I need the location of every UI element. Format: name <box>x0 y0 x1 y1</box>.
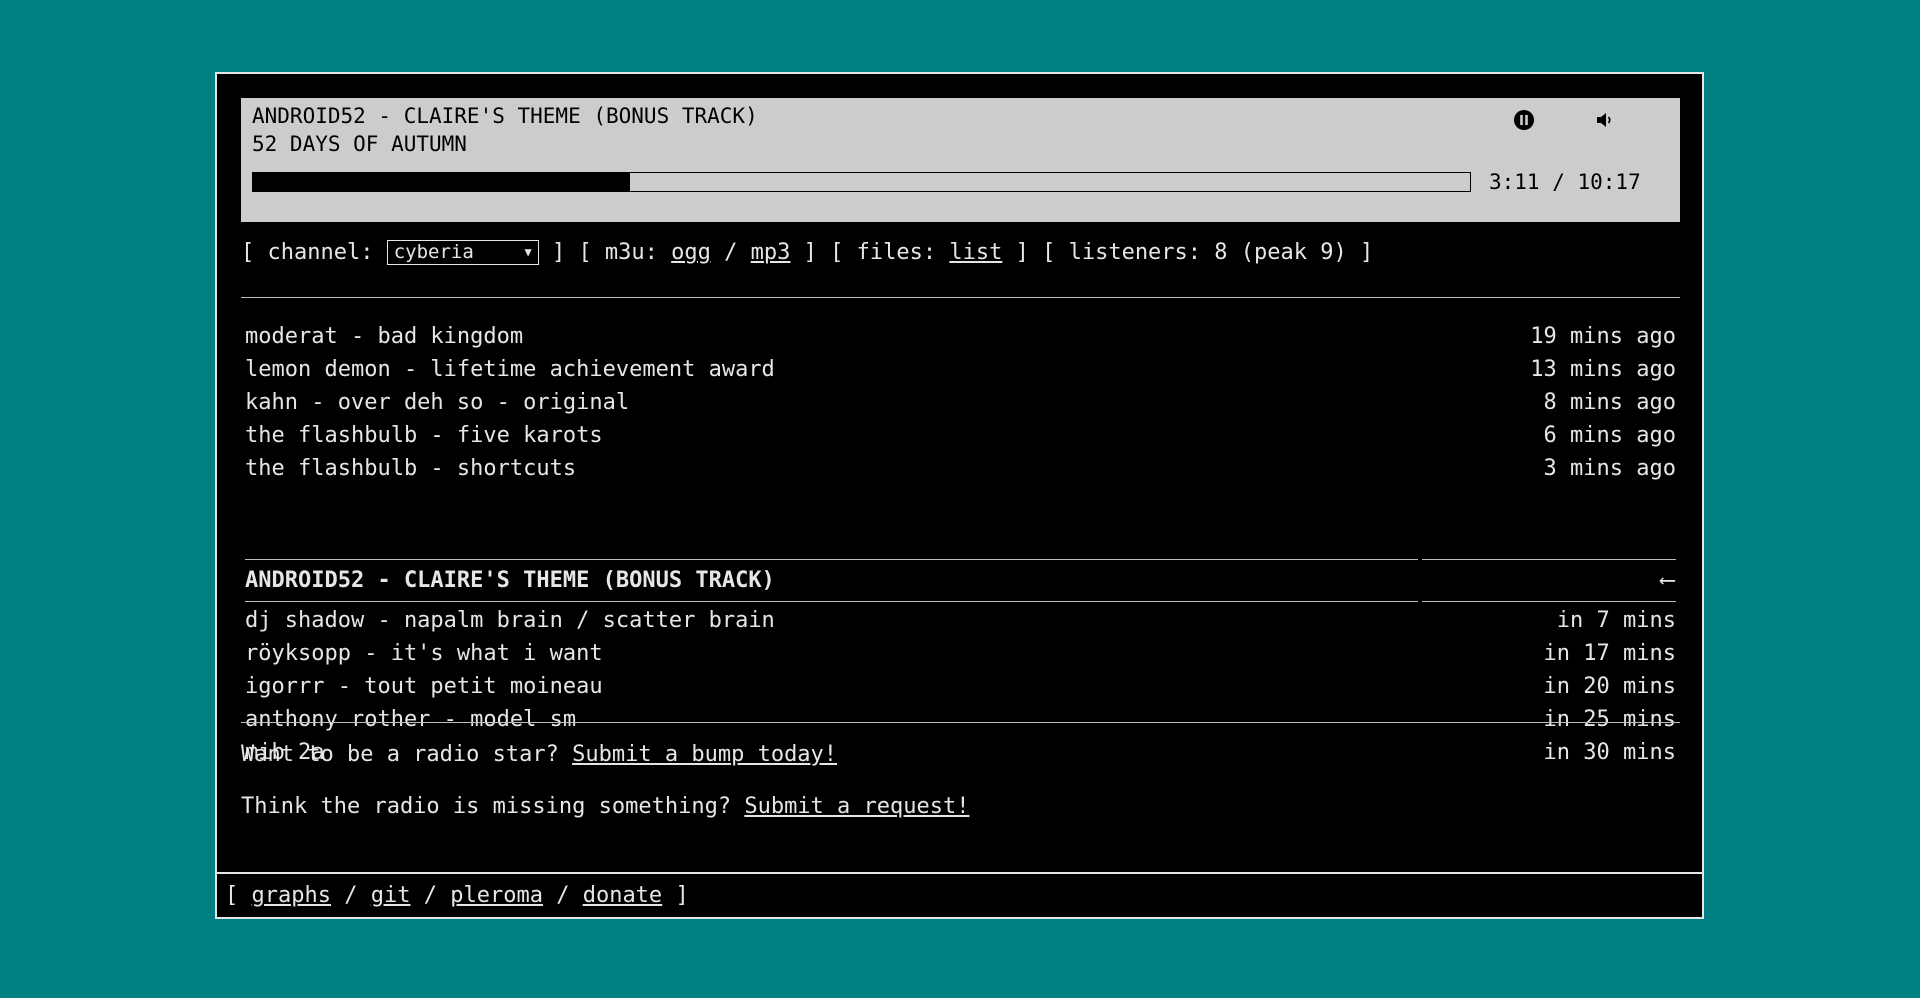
upcoming-row: igorrr - tout petit moineau in 20 mins <box>245 670 1676 703</box>
donate-link[interactable]: donate <box>583 883 662 908</box>
current-arrow-icon: ⟵ <box>1660 568 1674 593</box>
track-time: in 25 mins <box>1543 707 1676 732</box>
progress-fill <box>253 173 631 191</box>
current-line-bottom-right <box>1422 601 1676 602</box>
request-text: Think the radio is missing something? <box>241 794 732 819</box>
track-name: anthony rother - model sm <box>245 707 577 732</box>
track-time: 8 mins ago <box>1543 390 1676 415</box>
track-name: moderat - bad kingdom <box>245 324 524 349</box>
info-bar: [ channel: cyberia ▼ ] [ m3u: ogg / mp3 ]… <box>241 237 1373 269</box>
footer-separator: / <box>344 883 358 908</box>
current-line-top-left <box>245 559 1418 560</box>
m3u-label: ] [ m3u: <box>551 240 658 265</box>
pause-icon <box>1514 110 1534 130</box>
git-link[interactable]: git <box>371 883 411 908</box>
now-playing-album: 52 DAYS OF AUTUMN <box>252 132 467 156</box>
track-time: 3 mins ago <box>1543 456 1676 481</box>
history-row: the flashbulb - shortcuts 3 mins ago <box>245 452 1676 485</box>
track-name: dj shadow - napalm brain / scatter brain <box>245 608 775 633</box>
footer-separator: / <box>423 883 437 908</box>
submit-request-link[interactable]: Submit a request! <box>744 794 969 819</box>
current-track-name: ANDROID52 - CLAIRE'S THEME (BONUS TRACK) <box>245 568 775 593</box>
now-playing-title: ANDROID52 - CLAIRE'S THEME (BONUS TRACK) <box>252 104 758 128</box>
track-time: in 17 mins <box>1543 641 1676 666</box>
m3u-separator: / <box>724 240 738 265</box>
current-line-top-right <box>1422 559 1676 560</box>
upcoming-row: anthony rother - model sm in 25 mins <box>245 703 1676 736</box>
progress-bar[interactable] <box>252 172 1471 192</box>
listeners-count: ] [ listeners: 8 (peak 9) ] <box>1015 240 1374 265</box>
track-time: 6 mins ago <box>1543 423 1676 448</box>
track-name: the flashbulb - shortcuts <box>245 456 577 481</box>
history-row: moderat - bad kingdom 19 mins ago <box>245 320 1676 353</box>
dropdown-arrow-icon: ▼ <box>524 244 532 259</box>
request-promo: Think the radio is missing something? Su… <box>241 792 970 822</box>
track-time: in 7 mins <box>1556 608 1676 633</box>
bump-promo: Want to be a radio star? Submit a bump t… <box>241 740 837 770</box>
footer-close-bracket: ] <box>675 883 689 908</box>
current-line-bottom-left <box>245 601 1418 602</box>
graphs-link[interactable]: graphs <box>252 883 331 908</box>
footer-separator: / <box>556 883 570 908</box>
pause-button[interactable] <box>1512 108 1536 132</box>
history-row: the flashbulb - five karots 6 mins ago <box>245 419 1676 452</box>
track-name: kahn - over deh so - original <box>245 390 630 415</box>
track-name: igorrr - tout petit moineau <box>245 674 603 699</box>
history-row: lemon demon - lifetime achievement award… <box>245 353 1676 386</box>
files-label: ] [ files: <box>803 240 937 265</box>
track-name: röyksopp - it's what i want <box>245 641 603 666</box>
divider-bottom <box>241 722 1680 723</box>
ogg-link[interactable]: ogg <box>671 240 711 265</box>
track-time: 13 mins ago <box>1530 357 1676 382</box>
channel-select[interactable]: cyberia ▼ <box>386 239 539 265</box>
upcoming-row: dj shadow - napalm brain / scatter brain… <box>245 604 1676 637</box>
upcoming-row: röyksopp - it's what i want in 17 mins <box>245 637 1676 670</box>
channel-select-value: cyberia <box>393 240 474 263</box>
track-name: the flashbulb - five karots <box>245 423 603 448</box>
mp3-link[interactable]: mp3 <box>751 240 791 265</box>
channel-label: [ channel: <box>241 240 374 265</box>
current-track-row: ANDROID52 - CLAIRE'S THEME (BONUS TRACK)… <box>245 559 1676 602</box>
volume-button[interactable] <box>1593 108 1617 132</box>
files-list-link[interactable]: list <box>949 240 1002 265</box>
playback-time: 3:11 / 10:17 <box>1489 170 1641 194</box>
footer-open-bracket: [ <box>225 883 239 908</box>
track-time: in 30 mins <box>1543 740 1676 765</box>
footer-links: [ graphs / git / pleroma / donate ] <box>217 872 1702 917</box>
submit-bump-link[interactable]: Submit a bump today! <box>572 742 837 767</box>
history-list: moderat - bad kingdom 19 mins ago lemon … <box>245 320 1676 485</box>
pleroma-link[interactable]: pleroma <box>450 883 543 908</box>
divider-top <box>241 297 1680 298</box>
track-time: in 20 mins <box>1543 674 1676 699</box>
history-row: kahn - over deh so - original 8 mins ago <box>245 386 1676 419</box>
bump-text: Want to be a radio star? <box>241 742 559 767</box>
radio-window: ANDROID52 - CLAIRE'S THEME (BONUS TRACK)… <box>215 72 1704 919</box>
track-time: 19 mins ago <box>1530 324 1676 349</box>
volume-icon <box>1597 113 1611 127</box>
player-panel: ANDROID52 - CLAIRE'S THEME (BONUS TRACK)… <box>241 98 1680 222</box>
track-name: lemon demon - lifetime achievement award <box>245 357 775 382</box>
